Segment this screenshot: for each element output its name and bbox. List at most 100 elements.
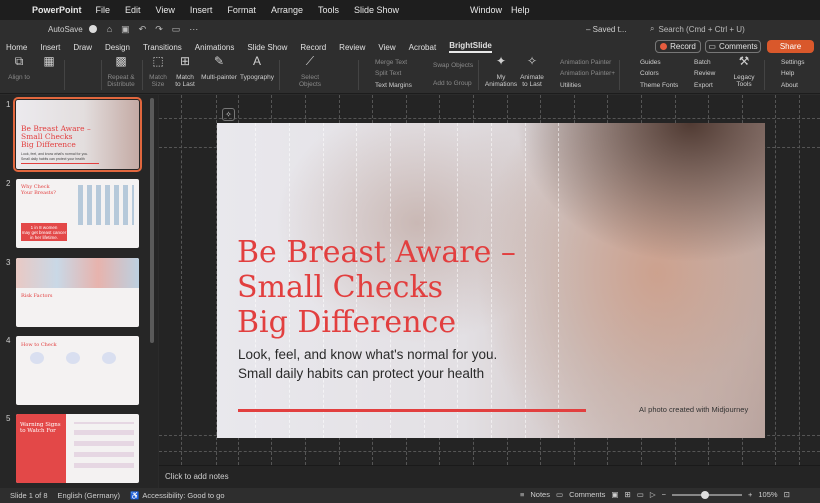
zoom-out-icon[interactable]: −	[662, 490, 666, 499]
my-animations-button[interactable]: ✦ My Animations	[482, 55, 520, 88]
animation-painter-plus-button[interactable]: Animation Painter+	[560, 70, 615, 77]
tab-view[interactable]: View	[378, 43, 395, 52]
animate-star-icon: ✧	[526, 54, 538, 68]
slideshow-icon[interactable]: ▷	[650, 490, 656, 499]
typography-button[interactable]: A Typography	[240, 55, 274, 81]
comments-status-button[interactable]: Comments	[569, 490, 605, 499]
theme-fonts-button[interactable]: Theme Fonts	[640, 82, 678, 89]
notes-button[interactable]: Notes	[530, 490, 550, 499]
menu-arrange[interactable]: Arrange	[271, 5, 303, 15]
slide-thumbnail-1[interactable]: Be Breast Aware – Small Checks Big Diffe…	[13, 97, 142, 172]
language-indicator[interactable]: English (Germany)	[58, 491, 121, 500]
export-button[interactable]: Export	[694, 82, 713, 89]
menu-format[interactable]: Format	[227, 5, 256, 15]
tab-design[interactable]: Design	[105, 43, 130, 52]
text-margins-button[interactable]: Text Margins	[375, 82, 412, 89]
comments-label: Comments	[718, 42, 758, 51]
tab-acrobat[interactable]: Acrobat	[409, 43, 437, 52]
menu-slide-show[interactable]: Slide Show	[354, 5, 399, 15]
fit-slide-icon[interactable]: ⊡	[784, 490, 790, 499]
menu-help[interactable]: Help	[511, 5, 530, 15]
save-icon[interactable]: ▣	[121, 24, 130, 35]
tab-home[interactable]: Home	[6, 43, 27, 52]
slide-thumbnail-2[interactable]: Why Check Your Breasts? 1 in 8 women may…	[16, 179, 139, 248]
document-title[interactable]: – Saved t...	[586, 25, 626, 34]
autosave-toggle[interactable]	[88, 25, 97, 33]
home-icon[interactable]: ⌂	[107, 24, 112, 35]
help-button[interactable]: Help	[781, 70, 794, 77]
menu-file[interactable]: File	[96, 5, 111, 15]
designer-icon[interactable]: ✧	[222, 108, 235, 121]
swap-objects-button[interactable]: Swap Objects	[433, 62, 473, 69]
thumb-title-line: How to Check	[21, 342, 57, 348]
align-to-button[interactable]: ⧉ Align to	[4, 55, 34, 81]
slide-subtitle[interactable]: Look, feel, and know what's normal for y…	[238, 345, 538, 383]
tab-review[interactable]: Review	[339, 43, 365, 52]
menu-insert[interactable]: Insert	[190, 5, 213, 15]
utilities-button[interactable]: Utilities	[560, 82, 581, 89]
search-input[interactable]: Search (Cmd + Ctrl + U)	[658, 25, 744, 34]
notes-pane[interactable]: Click to add notes	[159, 465, 820, 488]
zoom-level[interactable]: 105%	[758, 490, 777, 499]
normal-view-icon[interactable]: ▣	[611, 490, 618, 499]
menu-tools[interactable]: Tools	[318, 5, 339, 15]
more-icon[interactable]: ⋯	[189, 24, 198, 35]
accessibility-status[interactable]: Accessibility: Good to go	[142, 491, 224, 500]
merge-text-button[interactable]: Merge Text	[375, 59, 407, 66]
app-menu[interactable]: PowerPoint	[32, 5, 82, 15]
tab-animations[interactable]: Animations	[195, 43, 235, 52]
guides-button[interactable]: Guides	[640, 59, 661, 66]
review-button[interactable]: Review	[694, 70, 715, 77]
present-icon[interactable]: ▭	[172, 24, 181, 35]
reading-view-icon[interactable]: ▭	[637, 490, 644, 499]
about-button[interactable]: About	[781, 82, 798, 89]
colors-button[interactable]: Colors	[640, 70, 659, 77]
match-to-last-label: Match	[176, 74, 194, 81]
multi-painter-button[interactable]: ✎ Multi-painter	[200, 55, 238, 81]
slide-thumbnail-5[interactable]: Warning Signs to Watch For	[16, 414, 139, 483]
search-box[interactable]: ⌕ Search (Cmd + Ctrl + U)	[646, 22, 818, 36]
slide-sorter-icon[interactable]: ⊞	[624, 490, 630, 499]
align-options[interactable]: ▦	[38, 55, 60, 74]
split-text-button[interactable]: Split Text	[375, 70, 401, 77]
tab-record[interactable]: Record	[300, 43, 326, 52]
animate-to-last-button[interactable]: ✧ Animate to Last	[518, 54, 546, 88]
slide-thumbnail-3[interactable]: Risk Factors	[16, 258, 139, 327]
zoom-in-icon[interactable]: +	[748, 490, 752, 499]
animation-painter-button[interactable]: Animation Painter	[560, 59, 611, 66]
zoom-slider-knob[interactable]	[701, 490, 710, 499]
photo-credit[interactable]: AI photo created with Midjourney	[639, 405, 748, 414]
zoom-slider[interactable]	[672, 490, 742, 499]
match-size-label: Match	[149, 74, 167, 81]
batch-button[interactable]: Batch	[694, 59, 711, 66]
tab-insert[interactable]: Insert	[40, 43, 60, 52]
tab-slide-show[interactable]: Slide Show	[247, 43, 287, 52]
current-slide[interactable]: Be Breast Aware – Small Checks Big Diffe…	[217, 123, 765, 438]
share-button[interactable]: Share	[767, 40, 814, 53]
tab-draw[interactable]: Draw	[73, 43, 92, 52]
guide-line	[558, 123, 559, 438]
match-to-last-button[interactable]: ⊞ Match to Last	[172, 55, 198, 88]
ribbon-separator	[619, 60, 620, 90]
comments-button[interactable]: ▭ Comments	[705, 40, 761, 53]
menu-window[interactable]: Window	[470, 5, 502, 15]
align-to-label: Align to	[8, 74, 30, 81]
legacy-tools-button[interactable]: ⚒ Legacy Tools	[729, 55, 759, 88]
select-objects-button[interactable]: ⟋ Select Objects	[293, 54, 327, 88]
slide-title[interactable]: Be Breast Aware – Small Checks Big Diffe…	[237, 235, 537, 340]
select-objects-icon: ⟋	[305, 54, 315, 68]
menu-edit[interactable]: Edit	[125, 5, 141, 15]
tab-brightslide[interactable]: BrightSlide	[449, 41, 492, 53]
record-button[interactable]: Record	[655, 40, 701, 53]
notes-placeholder[interactable]: Click to add notes	[165, 472, 229, 481]
repeat-distribute-button[interactable]: ▩ Repeat & Distribute	[104, 55, 138, 88]
menu-view[interactable]: View	[156, 5, 175, 15]
redo-icon[interactable]: ↷	[155, 24, 163, 35]
thumbnail-scrollbar[interactable]	[150, 98, 154, 343]
add-to-group-button[interactable]: Add to Group	[433, 80, 472, 87]
slide-thumbnail-4[interactable]: How to Check	[16, 336, 139, 405]
match-size-button[interactable]: ⬚ Match Size	[146, 55, 170, 88]
settings-button[interactable]: Settings	[781, 59, 805, 66]
tab-transitions[interactable]: Transitions	[143, 43, 182, 52]
undo-icon[interactable]: ↶	[139, 24, 147, 35]
